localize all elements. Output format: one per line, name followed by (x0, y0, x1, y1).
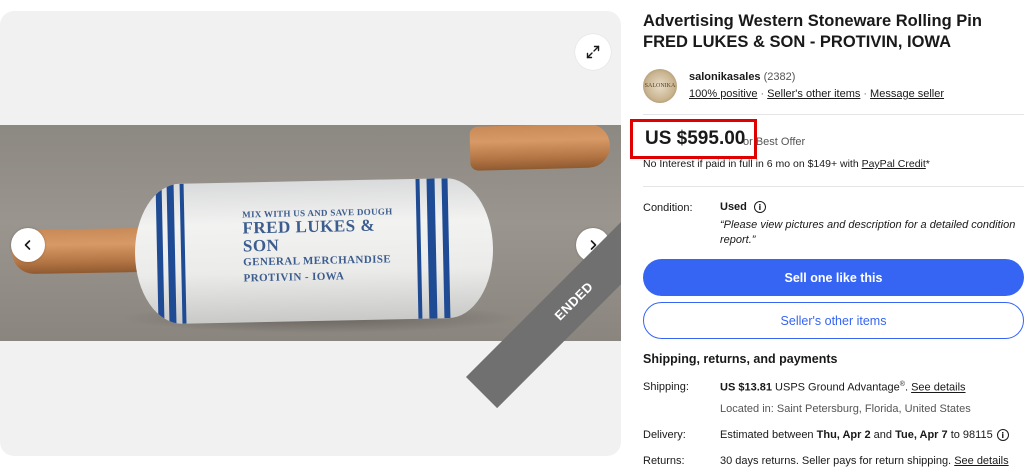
delivery-label: Delivery: (643, 429, 686, 441)
shipping-see-details-link[interactable]: See details (911, 382, 965, 394)
pin-text-line: PROTIVIN - IOWA (243, 270, 345, 285)
expand-icon (586, 45, 600, 59)
pin-stripe (426, 178, 438, 319)
sell-one-like-this-button[interactable]: Sell one like this (643, 259, 1024, 296)
image-gallery: MIX WITH US AND SAVE DOUGH FRED LUKES & … (0, 11, 621, 456)
rolling-pin-right-handle (469, 125, 611, 171)
seller-name[interactable]: salonikasales (689, 71, 761, 83)
delivery-value: Estimated between Thu, Apr 2 and Tue, Ap… (720, 429, 1009, 441)
seller-card: SALONIKA salonikasales (2382) 100% posit… (643, 69, 1024, 105)
product-photo[interactable]: MIX WITH US AND SAVE DOUGH FRED LUKES & … (0, 125, 621, 341)
condition-value-row: Used i (720, 201, 766, 213)
divider (643, 114, 1024, 115)
paypal-credit-link[interactable]: PayPal Credit (862, 158, 926, 170)
condition-description: “Please view pictures and description fo… (720, 219, 1016, 246)
expand-button[interactable] (575, 34, 611, 70)
seller-name-line: salonikasales (2382) (689, 71, 795, 83)
delivery-prefix: Estimated between (720, 429, 817, 441)
item-location: Located in: Saint Petersburg, Florida, U… (720, 403, 971, 415)
seller-feedback-count: (2382) (763, 71, 796, 83)
pin-stripe (179, 183, 187, 324)
pin-text-line: FRED LUKES & SON (242, 216, 376, 256)
delivery-start: Thu, Apr 2 (816, 429, 871, 441)
previous-image-button[interactable] (11, 228, 45, 262)
delivery-and: and (870, 429, 896, 441)
delivery-text: Estimated between Thu, Apr 2 and Tue, Ap… (720, 429, 993, 441)
pin-stripe (166, 183, 177, 325)
condition-label: Condition: (643, 202, 693, 214)
rolling-pin-body: MIX WITH US AND SAVE DOUGH FRED LUKES & … (133, 177, 495, 325)
returns-value: 30 days returns. Seller pays for return … (720, 455, 1009, 467)
paypal-credit-line: No Interest if paid in full in 6 mo on $… (643, 158, 930, 170)
paypal-prefix: No Interest if paid in full in 6 mo on $… (643, 158, 862, 170)
returns-text: 30 days returns. Seller pays for return … (720, 455, 955, 467)
delivery-end: Tue, Apr 7 (895, 429, 948, 441)
best-offer-text: or Best Offer (743, 136, 806, 148)
separator-dot: · (760, 88, 765, 100)
divider (643, 186, 1024, 187)
chevron-left-icon (24, 240, 31, 250)
pin-stripe (415, 178, 423, 319)
pin-stripe (441, 178, 451, 319)
info-icon[interactable]: i (996, 429, 1009, 441)
paypal-suffix: * (925, 158, 930, 170)
info-icon[interactable]: i (753, 201, 766, 213)
separator-dot: · (863, 88, 868, 100)
delivery-zip: to 98115 (947, 429, 993, 441)
seller-avatar[interactable]: SALONIKA (643, 69, 677, 103)
message-seller-link[interactable]: Message seller (870, 88, 944, 100)
shipping-price: US $13.81 (720, 381, 772, 394)
seller-other-items-link[interactable]: Seller's other items (767, 88, 860, 100)
shipping-value: US $13.81 USPS Ground Advantage®. See de… (720, 381, 966, 394)
shipping-section-heading: Shipping, returns, and payments (643, 352, 838, 366)
pin-text-line: GENERAL MERCHANDISE (243, 253, 392, 269)
returns-label: Returns: (643, 455, 685, 467)
avatar-logo-text: SALONIKA (644, 83, 676, 89)
shipping-label: Shipping: (643, 381, 689, 393)
pin-advertising-text: MIX WITH US AND SAVE DOUGH FRED LUKES & … (242, 206, 414, 285)
pin-stripe (155, 184, 165, 325)
price: US $595.00 (645, 128, 746, 149)
seller-links: 100% positive · Seller's other items · Messa… (689, 88, 944, 100)
listing-title: Advertising Western Stoneware Rolling Pi… (643, 12, 982, 51)
shipping-service: USPS Ground Advantage (771, 381, 900, 394)
positive-feedback-link[interactable]: 100% positive (689, 88, 758, 100)
sellers-other-items-button[interactable]: Seller's other items (643, 302, 1024, 339)
condition-value: Used (720, 201, 747, 213)
returns-see-details-link[interactable]: See details (954, 455, 1008, 467)
